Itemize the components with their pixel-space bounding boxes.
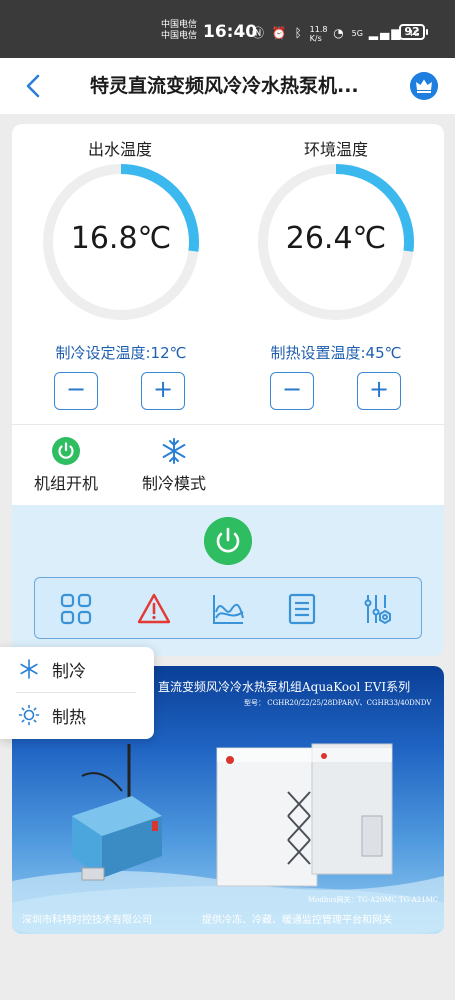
network-5g: 5G [351,29,363,38]
list-icon[interactable] [285,592,319,626]
nfc-icon: Ⓝ [252,26,267,40]
carrier-1: 中国电信 [161,20,198,30]
sun-icon [18,704,40,726]
menu-item-cooling[interactable]: 制冷 [18,651,138,687]
menu-item-cooling-label: 制冷 [52,662,86,682]
outlet-temp-value: 16.8℃ [70,221,172,256]
heating-setpoint-label: 制热设置温度:45℃ [270,344,402,362]
power-button[interactable] [204,517,252,565]
outlet-temp-title: 出水温度 [87,140,152,159]
settings-icon[interactable] [361,592,395,626]
net-speed: 11.8 K/s [309,24,328,43]
alert-icon[interactable] [137,592,171,626]
function-toolbar [34,577,422,639]
menu-item-heating[interactable]: 制热 [18,697,138,733]
mode-status[interactable]: 制冷模式 [124,436,224,494]
mode-popup-menu: 制冷 制热 [0,647,154,739]
status-bar: 中国电信 中国电信 16:40 Ⓝ ⏰ ᛒ 11.8 K/s ◔ 5G ▂▄▆ 4… [0,0,455,58]
control-panel [12,505,444,656]
crown-icon[interactable] [410,72,438,100]
menu-divider [16,692,136,693]
banner-model: 型号： CGHR20/22/25/28DPAR/V、CGHR33/40DNDV [244,699,432,707]
alarm-icon: ⏰ [271,26,289,40]
unit-status[interactable]: 机组开机 [16,436,116,494]
device-card: 出水温度 16.8℃ 环境温度 26.4℃ 制冷设定温度:12℃ 制热设置温度:… [12,124,444,656]
banner-company: 深圳市科特时控技术有限公司 [22,915,152,926]
gateway-device [72,744,162,881]
banner-service: 提供冷冻、冷藏、暖通监控管理平台和网关 [202,915,392,926]
unit-status-label: 机组开机 [33,474,98,493]
ambient-temp-title: 环境温度 [303,140,368,159]
carrier-2: 中国电信 [161,31,198,41]
carrier-labels: 中国电信 中国电信 [161,20,197,42]
cooling-setpoint-label: 制冷设定温度:12℃ [55,344,187,362]
status-icons: Ⓝ ⏰ ᛒ 11.8 K/s ◔ 5G ▂▄▆ 4G [252,24,420,43]
menu-item-heating-label: 制热 [52,708,86,728]
heating-decrease-button[interactable]: − [270,372,314,410]
chart-icon[interactable] [211,592,245,626]
heating-increase-button[interactable]: + [357,372,401,410]
grid-icon[interactable] [59,592,93,626]
signal-icon: ▂▄▆ [368,26,403,40]
bluetooth-icon: ᛒ [294,26,304,40]
banner-title: 直流变频风冷冷水热泵机组AquaKool EVI系列 [158,680,411,694]
snowflake-icon [20,659,38,679]
clock: 16:40 [203,22,258,42]
wifi-icon: ◔ [333,26,346,40]
cooling-decrease-button[interactable]: − [54,372,98,410]
snowflake-icon [162,438,186,464]
heat-pump-units [216,743,393,887]
section-divider [12,424,444,425]
banner-modbus: Modbus网关：TG-A20MC TG-A21MC [308,896,439,904]
power-on-icon [52,437,80,465]
chevron-left-icon[interactable] [22,72,46,100]
page-title: 特灵直流变频风冷冷水热泵机... [90,75,359,97]
cooling-increase-button[interactable]: + [141,372,185,410]
ambient-temp-value: 26.4℃ [285,221,387,256]
mode-status-label: 制冷模式 [141,474,206,493]
battery-indicator: 92 [399,24,428,40]
nav-header: 特灵直流变频风冷冷水热泵机... [0,58,455,114]
